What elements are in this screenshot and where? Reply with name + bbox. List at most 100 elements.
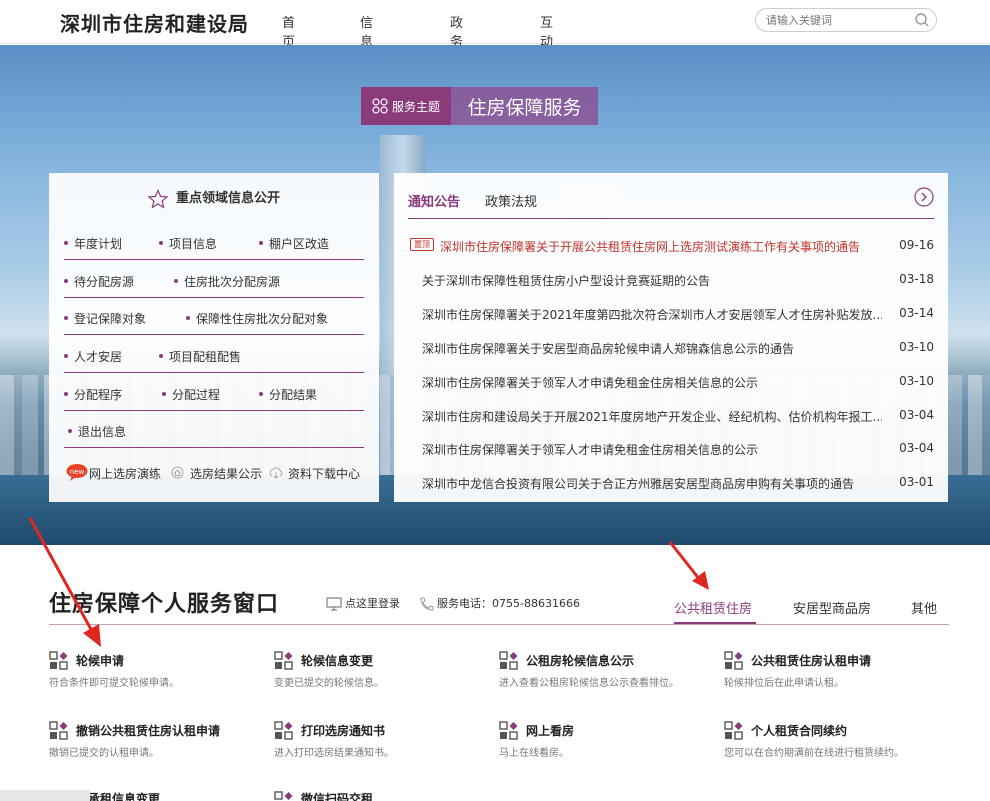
link-process[interactable]: 分配过程 [162, 386, 220, 403]
link-exit-info[interactable]: 退出信息 [68, 423, 126, 440]
link-download-center[interactable]: 资料下载中心 [288, 465, 360, 482]
link-registered-targets[interactable]: 登记保障对象 [64, 310, 146, 327]
service-icon [724, 651, 743, 670]
star-icon [147, 188, 168, 209]
service-item[interactable]: 打印选房通知书 进入打印选房结果通知书。 [274, 719, 499, 769]
link-selection-results[interactable]: 选房结果公示 [190, 465, 262, 482]
login-link[interactable]: 点这里登录 [326, 595, 400, 611]
service-item[interactable]: 公租房轮候信息公示 进入查看公租房轮候信息公示查看排位。 [499, 649, 724, 699]
house-icon [171, 466, 184, 479]
link-annual-plan[interactable]: 年度计划 [64, 235, 122, 252]
tab-public-rental[interactable]: 公共租赁住房 [674, 598, 752, 617]
link-online-selection-drill[interactable]: 网上选房演练 [89, 465, 161, 482]
news-title[interactable]: 深圳市住房保障署关于领军人才申请免租金住房相关信息的公示 [422, 374, 882, 391]
service-desc: 变更已提交的轮候信息。 [274, 678, 384, 689]
svg-text:new: new [70, 468, 85, 476]
service-name[interactable]: 公租房轮候信息公示 [526, 652, 634, 669]
pinned-badge: 置顶 [410, 238, 434, 251]
news-item[interactable]: 深圳市住房保障署关于安居型商品房轮候申请人郑锦森信息公示的通告 03-10 [408, 338, 934, 358]
link-pending-housing[interactable]: 待分配房源 [64, 273, 134, 290]
link-batch-housing[interactable]: 住房批次分配房源 [174, 273, 280, 290]
service-name[interactable]: 轮候申请 [76, 652, 124, 669]
more-arrow-icon[interactable] [914, 187, 934, 207]
tab-policies[interactable]: 政策法规 [485, 191, 537, 210]
service-icon [49, 721, 68, 740]
tab-other[interactable]: 其他 [911, 598, 937, 617]
service-desc: 进入查看公租房轮候信息公示查看排位。 [499, 678, 679, 689]
news-title[interactable]: 深圳市住房和建设局关于开展2021年度房地产开发企业、经纪机构、估价机构年报工.… [422, 408, 882, 425]
service-name[interactable]: 撤销公共租赁住房认租申请 [76, 722, 220, 739]
service-name[interactable]: 公共租赁住房认租申请 [751, 652, 871, 669]
blurred-overlay [0, 790, 90, 801]
link-talent-housing[interactable]: 人才安居 [64, 348, 122, 365]
site-logo[interactable]: 深圳市住房和建设局 [60, 8, 249, 37]
news-item[interactable]: 关于深圳市保障性租赁住房小户型设计竞赛延期的公告 03-18 [408, 270, 934, 290]
service-item[interactable]: 公共租赁住房认租申请 轮候排位后在此申请认租。 [724, 649, 949, 699]
service-name[interactable]: 个人租赁合同续约 [751, 722, 847, 739]
search-box [755, 8, 937, 32]
phone-icon [420, 597, 434, 611]
service-item[interactable]: 撤销公共租赁住房认租申请 撤销已提交的认租申请。 [49, 719, 274, 769]
service-item[interactable]: 轮候信息变更 变更已提交的轮候信息。 [274, 649, 499, 699]
news-date: 03-04 [899, 408, 934, 422]
news-title[interactable]: 深圳市住房保障署关于2021年度第四批次符合深圳市人才安居领军人才住房补贴发放.… [422, 306, 882, 323]
service-item[interactable]: 轮候申请 符合条件即可提交轮候申请。 [49, 649, 274, 699]
news-date: 03-10 [899, 374, 934, 388]
link-procedure[interactable]: 分配程序 [64, 386, 122, 403]
news-title[interactable]: 深圳市住房保障署关于开展公共租赁住房网上选房测试演练工作有关事项的通告 [440, 238, 880, 255]
news-item[interactable]: 深圳市住房保障署关于领军人才申请免租金住房相关信息的公示 03-04 [408, 439, 934, 459]
tab-notices[interactable]: 通知公告 [408, 191, 460, 210]
news-title[interactable]: 深圳市中龙信合投资有限公司关于合正方州雅居安居型商品房申购有关事项的通告 [422, 475, 882, 492]
service-icon [499, 721, 518, 740]
annotation-arrow-icon [668, 541, 709, 590]
news-date: 09-16 [899, 238, 934, 252]
theme-title: 住房保障服务 [451, 87, 598, 125]
key-info-panel: 重点领域信息公开 年度计划 项目信息 棚户区改造 待分配房源 住房批次分配房源 … [49, 173, 379, 502]
news-date: 03-18 [899, 272, 934, 286]
theme-label: 服务主题 [361, 87, 451, 125]
login-text[interactable]: 点这里登录 [345, 597, 400, 610]
service-icon [274, 651, 293, 670]
news-date: 03-01 [899, 475, 934, 489]
service-item[interactable]: 网上看房 马上在线看房。 [499, 719, 724, 769]
search-input[interactable] [766, 12, 906, 28]
news-item[interactable]: 深圳市住房保障署关于领军人才申请免租金住房相关信息的公示 03-10 [408, 372, 934, 392]
service-phone: 服务电话：0755-88631666 [418, 595, 580, 611]
news-date: 03-10 [899, 340, 934, 354]
news-title[interactable]: 关于深圳市保障性租赁住房小户型设计竞赛延期的公告 [422, 272, 882, 289]
news-title[interactable]: 深圳市住房保障署关于安居型商品房轮候申请人郑锦森信息公示的通告 [422, 340, 882, 357]
service-item[interactable]: 微信扫码交租 [274, 789, 499, 801]
link-batch-targets[interactable]: 保障性住房批次分配对象 [186, 310, 328, 327]
news-item-pinned[interactable]: 置顶 深圳市住房保障署关于开展公共租赁住房网上选房测试演练工作有关事项的通告 0… [408, 236, 934, 256]
search-icon[interactable] [914, 12, 930, 28]
annotation-arrow-icon [28, 517, 101, 647]
service-desc: 撤销已提交的认租申请。 [49, 748, 159, 759]
service-name[interactable]: 网上看房 [526, 722, 574, 739]
grid-icon [372, 98, 388, 114]
key-info-title: 重点领域信息公开 [49, 187, 379, 209]
link-shantytown[interactable]: 棚户区改造 [259, 235, 329, 252]
service-name[interactable]: 微信扫码交租 [301, 790, 373, 801]
news-item[interactable]: 深圳市中龙信合投资有限公司关于合正方州雅居安居型商品房申购有关事项的通告 03-… [408, 473, 934, 493]
link-project-info[interactable]: 项目信息 [159, 235, 217, 252]
news-date: 03-14 [899, 306, 934, 320]
info-row: 分配程序 分配过程 分配结果 [64, 374, 364, 411]
service-name[interactable]: 轮候信息变更 [301, 652, 373, 669]
news-tabs: 通知公告 政策法规 [408, 187, 934, 219]
service-item[interactable]: 个人租赁合同续约 您可以在合约期满前在线进行租赁续约。 [724, 719, 949, 769]
news-item[interactable]: 深圳市住房和建设局关于开展2021年度房地产开发企业、经纪机构、估价机构年报工.… [408, 406, 934, 426]
news-title[interactable]: 深圳市住房保障署关于领军人才申请免租金住房相关信息的公示 [422, 441, 882, 458]
tab-affordable-housing[interactable]: 安居型商品房 [793, 598, 871, 617]
info-row: 待分配房源 住房批次分配房源 [64, 261, 364, 298]
top-bar: 深圳市住房和建设局 首页 信息公开 政务服务 互动交流 [0, 0, 990, 88]
link-project-rent-sale[interactable]: 项目配租配售 [159, 348, 241, 365]
link-results[interactable]: 分配结果 [259, 386, 317, 403]
download-icon [269, 467, 283, 479]
monitor-icon [326, 597, 342, 611]
service-icon [499, 651, 518, 670]
news-panel: 通知公告 政策法规 置顶 深圳市住房保障署关于开展公共租赁住房网上选房测试演练工… [394, 173, 948, 502]
service-desc: 轮候排位后在此申请认租。 [724, 678, 844, 689]
news-item[interactable]: 深圳市住房保障署关于2021年度第四批次符合深圳市人才安居领军人才住房补贴发放.… [408, 304, 934, 324]
service-desc: 符合条件即可提交轮候申请。 [49, 678, 179, 689]
service-name[interactable]: 打印选房通知书 [301, 722, 385, 739]
